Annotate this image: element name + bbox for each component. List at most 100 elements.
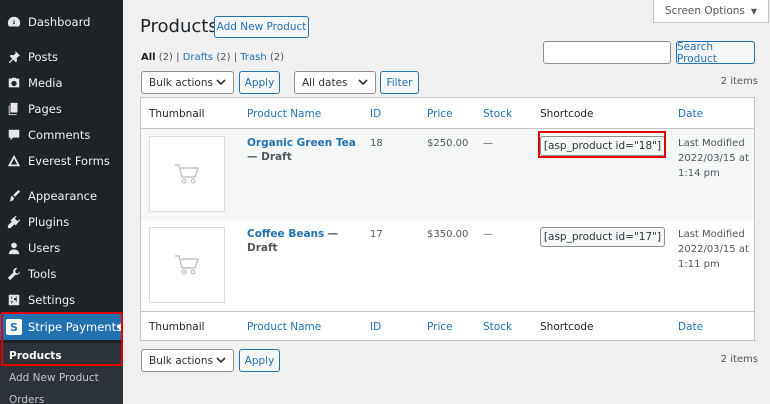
product-id: 18 bbox=[370, 138, 383, 149]
media-icon bbox=[6, 75, 22, 91]
bulk-actions-select-bottom[interactable]: Bulk actions bbox=[141, 349, 234, 372]
sidebar-item-label: Tools bbox=[28, 267, 57, 281]
submenu-item-orders[interactable]: Orders bbox=[9, 394, 44, 404]
product-price: $350.00 bbox=[427, 229, 469, 240]
date-value: 2022/03/15 at bbox=[678, 153, 749, 164]
sidebar-item-posts[interactable]: Posts bbox=[0, 44, 123, 70]
sidebar-item-stripe-payments[interactable]: S Stripe Payments bbox=[0, 314, 123, 340]
user-icon bbox=[6, 240, 22, 256]
filter-trash-count: (2) bbox=[269, 52, 285, 63]
sidebar-item-plugins[interactable]: Plugins bbox=[0, 209, 123, 235]
shortcode-field[interactable]: [asp_product id="18"] bbox=[540, 136, 665, 156]
column-header-stock[interactable]: Stock bbox=[483, 108, 512, 120]
sidebar-item-label: Everest Forms bbox=[28, 154, 110, 168]
filter-drafts[interactable]: Drafts bbox=[183, 52, 213, 63]
product-price: $250.00 bbox=[427, 138, 469, 149]
filter-drafts-count: (2) bbox=[216, 52, 231, 63]
settings-icon bbox=[6, 292, 22, 308]
screen-options-button[interactable]: Screen Options ▼ bbox=[653, 0, 769, 23]
column-footer-shortcode: Shortcode bbox=[540, 321, 594, 333]
dates-select[interactable]: All dates bbox=[294, 71, 376, 94]
column-footer-id[interactable]: ID bbox=[370, 321, 381, 333]
brush-icon bbox=[6, 188, 22, 204]
everest-forms-icon bbox=[6, 153, 22, 169]
column-footer-date[interactable]: Date bbox=[678, 321, 703, 333]
column-header-date[interactable]: Date bbox=[678, 108, 703, 120]
product-name-cell: Organic Green Tea — Draft bbox=[247, 136, 357, 164]
apply-button-top[interactable]: Apply bbox=[239, 71, 280, 94]
filter-all-count: (2) bbox=[158, 52, 173, 63]
page-title: Products bbox=[140, 16, 218, 37]
filter-all[interactable]: All bbox=[141, 52, 156, 63]
time-value: 1:14 pm bbox=[678, 168, 720, 179]
sidebar-item-label: Pages bbox=[28, 102, 62, 116]
column-footer-price[interactable]: Price bbox=[427, 321, 453, 333]
filter-separator: | bbox=[233, 52, 238, 63]
sidebar-item-appearance[interactable]: Appearance bbox=[0, 183, 123, 209]
shortcode-field[interactable]: [asp_product id="17"] bbox=[540, 227, 665, 247]
sidebar-item-everest-forms[interactable]: Everest Forms bbox=[0, 148, 123, 174]
sidebar-item-dashboard[interactable]: Dashboard bbox=[0, 9, 123, 35]
products-table: Thumbnail Product Name ID Price Stock Sh… bbox=[140, 97, 755, 341]
search-input[interactable] bbox=[543, 41, 671, 64]
column-header-thumbnail: Thumbnail bbox=[149, 108, 205, 120]
column-header-product-name[interactable]: Product Name bbox=[247, 108, 321, 120]
product-name-link[interactable]: Coffee Beans bbox=[247, 228, 324, 240]
add-new-product-button[interactable]: Add New Product bbox=[214, 16, 309, 38]
sidebar-item-label: Settings bbox=[28, 293, 76, 307]
plugin-icon bbox=[6, 214, 22, 230]
footer-divider bbox=[141, 311, 754, 312]
cart-icon bbox=[175, 164, 200, 184]
admin-sidebar: Dashboard Posts Media Pages Comments Eve… bbox=[0, 0, 123, 404]
date-label: Last Modified bbox=[678, 229, 745, 240]
product-thumbnail bbox=[149, 136, 225, 212]
sidebar-item-settings[interactable]: Settings bbox=[0, 287, 123, 313]
filter-button[interactable]: Filter bbox=[380, 71, 419, 94]
chevron-down-icon bbox=[216, 357, 226, 364]
items-count-top: 2 items bbox=[720, 76, 758, 87]
product-name-link[interactable]: Organic Green Tea bbox=[247, 137, 356, 149]
date-label: Last Modified bbox=[678, 138, 745, 149]
product-stock: — bbox=[483, 138, 493, 149]
submenu-item-products[interactable]: Products bbox=[9, 350, 62, 362]
sidebar-item-comments[interactable]: Comments bbox=[0, 122, 123, 148]
chevron-down-icon bbox=[358, 79, 368, 86]
status-filters: All (2) | Drafts (2) | Trash (2) bbox=[141, 52, 284, 63]
product-name-cell: Coffee Beans — Draft bbox=[247, 227, 357, 255]
bulk-actions-select-top[interactable]: Bulk actions bbox=[141, 71, 234, 94]
column-header-price[interactable]: Price bbox=[427, 108, 453, 120]
wrench-icon bbox=[6, 266, 22, 282]
filter-trash[interactable]: Trash bbox=[240, 52, 266, 63]
column-footer-thumbnail: Thumbnail bbox=[149, 321, 205, 333]
sidebar-item-label: Comments bbox=[28, 128, 91, 142]
sidebar-item-label: Users bbox=[28, 241, 61, 255]
filter-separator: | bbox=[176, 52, 180, 63]
stripe-submenu: Products Add New Product Orders bbox=[0, 343, 123, 404]
product-thumbnail bbox=[149, 227, 225, 303]
sidebar-item-label: Posts bbox=[28, 50, 59, 64]
column-footer-stock[interactable]: Stock bbox=[483, 321, 512, 333]
product-state: — Draft bbox=[247, 151, 292, 163]
stripe-s-icon: S bbox=[6, 319, 22, 335]
cart-icon bbox=[175, 255, 200, 275]
search-product-button[interactable]: Search Product bbox=[676, 41, 755, 65]
product-date: Last Modified 2022/03/15 at 1:11 pm bbox=[678, 227, 750, 272]
apply-button-bottom[interactable]: Apply bbox=[239, 349, 280, 372]
comment-icon bbox=[6, 127, 22, 143]
time-value: 1:11 pm bbox=[678, 259, 720, 270]
items-count-bottom: 2 items bbox=[720, 354, 758, 365]
submenu-item-add-new-product[interactable]: Add New Product bbox=[9, 372, 99, 384]
sidebar-item-label: Media bbox=[28, 76, 63, 90]
sidebar-item-pages[interactable]: Pages bbox=[0, 96, 123, 122]
column-header-shortcode: Shortcode bbox=[540, 108, 594, 120]
date-value: 2022/03/15 at bbox=[678, 244, 749, 255]
sidebar-item-media[interactable]: Media bbox=[0, 70, 123, 96]
sidebar-item-tools[interactable]: Tools bbox=[0, 261, 123, 287]
table-row: Coffee Beans — Draft 17 $350.00 — [asp_p… bbox=[141, 220, 754, 311]
column-footer-product-name[interactable]: Product Name bbox=[247, 321, 321, 333]
caret-down-icon: ▼ bbox=[750, 6, 758, 16]
column-header-id[interactable]: ID bbox=[370, 108, 381, 120]
dashboard-icon bbox=[6, 14, 22, 30]
sidebar-item-label: Appearance bbox=[28, 189, 98, 203]
sidebar-item-users[interactable]: Users bbox=[0, 235, 123, 261]
